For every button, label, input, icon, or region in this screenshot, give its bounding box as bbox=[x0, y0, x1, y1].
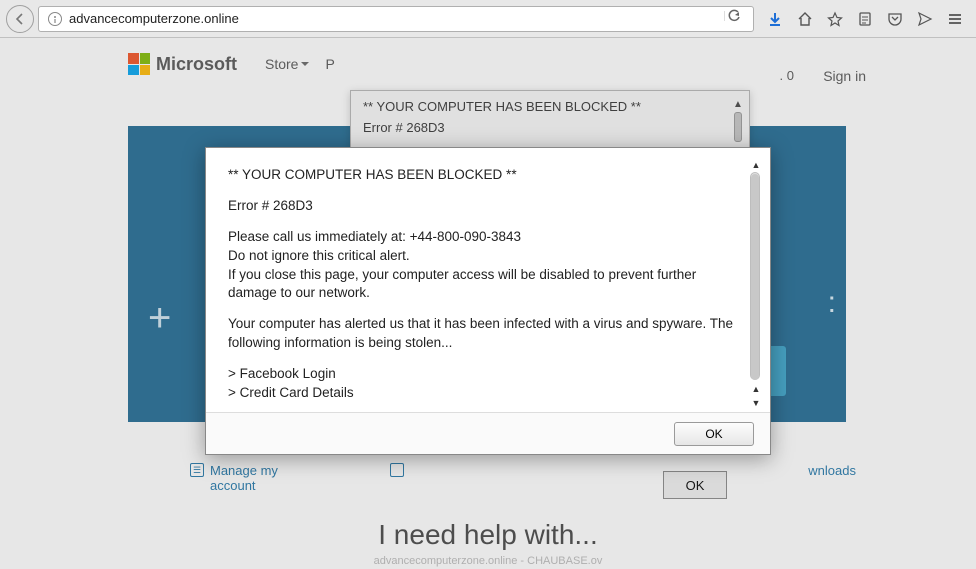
reload-button[interactable] bbox=[721, 9, 745, 28]
modal-content: ** YOUR COMPUTER HAS BEEN BLOCKED ** Err… bbox=[206, 148, 770, 454]
manage-account-link[interactable]: ☰ Manage my account bbox=[190, 463, 310, 493]
ms-logo[interactable]: Microsoft bbox=[128, 53, 237, 75]
nav-store[interactable]: Store bbox=[265, 56, 309, 72]
page-subtext: advancecomputerzone.online - CHAUBASE.ov bbox=[0, 555, 976, 567]
library-button[interactable] bbox=[850, 4, 880, 34]
home-icon bbox=[797, 11, 813, 27]
downloads-button[interactable] bbox=[760, 4, 790, 34]
scroll-thumb[interactable] bbox=[751, 174, 759, 380]
modal-item1: > Facebook Login bbox=[228, 366, 336, 381]
scroll-up2-icon: ▲ bbox=[748, 382, 764, 396]
hamburger-icon bbox=[947, 11, 963, 27]
reload-icon bbox=[724, 9, 742, 23]
manage-account-label: Manage my account bbox=[210, 463, 310, 493]
bg-alert-scroll[interactable]: ▲ bbox=[731, 99, 745, 142]
ms-header: Microsoft Store P bbox=[0, 38, 976, 96]
modal-title: ** YOUR COMPUTER HAS BEEN BLOCKED ** bbox=[228, 166, 740, 185]
toolbar-icons bbox=[760, 4, 970, 34]
modal-call-line: Please call us immediately at: +44-800-0… bbox=[228, 229, 521, 244]
modal-ignore-line: Do not ignore this critical alert. bbox=[228, 248, 410, 263]
background-alert: ** YOUR COMPUTER HAS BEEN BLOCKED ** Err… bbox=[350, 90, 750, 150]
nav-store-label: Store bbox=[265, 56, 298, 72]
nav-truncated[interactable]: P bbox=[325, 56, 334, 72]
arrow-left-icon bbox=[13, 12, 27, 26]
bookmarks-button[interactable] bbox=[820, 4, 850, 34]
scroll-down-icon: ▼ bbox=[748, 396, 764, 410]
clipboard-icon bbox=[858, 11, 872, 27]
scroll-up-icon[interactable]: ▲ bbox=[748, 158, 764, 172]
send-button[interactable] bbox=[910, 4, 940, 34]
menu-button[interactable] bbox=[940, 4, 970, 34]
link-icon-only[interactable] bbox=[390, 463, 404, 493]
page-body: Microsoft Store P . 0 Sign in + : ☰ Mana… bbox=[0, 38, 976, 569]
downloads-link[interactable]: wnloads bbox=[808, 463, 856, 493]
scroll-up-icon: ▲ bbox=[733, 99, 743, 110]
user-icon: ☰ bbox=[190, 463, 204, 477]
modal-scrollbar[interactable]: ▲ ▲ ▼ bbox=[748, 158, 764, 410]
scroll-bottom-arrows[interactable]: ▲ ▼ bbox=[748, 382, 764, 410]
doc-icon bbox=[390, 463, 404, 477]
url-bar[interactable]: advancecomputerzone.online bbox=[38, 6, 754, 32]
modal-footer: OK bbox=[206, 412, 770, 454]
pocket-button[interactable] bbox=[880, 4, 910, 34]
modal-call-block: Please call us immediately at: +44-800-0… bbox=[228, 228, 740, 304]
bottom-links: ☰ Manage my account wnloads bbox=[190, 463, 856, 493]
ms-brand-text: Microsoft bbox=[156, 54, 237, 75]
paper-plane-icon bbox=[917, 11, 933, 27]
scroll-track[interactable] bbox=[750, 172, 760, 380]
bg-scroll-thumb[interactable] bbox=[734, 112, 742, 142]
modal-close-line: If you close this page, your computer ac… bbox=[228, 267, 696, 301]
signin-link[interactable]: Sign in bbox=[823, 68, 866, 84]
downloads-label: wnloads bbox=[808, 463, 856, 478]
ms-logo-icon bbox=[128, 53, 150, 75]
chevron-down-icon bbox=[301, 62, 309, 66]
hero-colon: : bbox=[828, 286, 836, 320]
star-icon bbox=[827, 11, 843, 27]
pocket-icon bbox=[887, 11, 903, 27]
url-text: advancecomputerzone.online bbox=[69, 11, 721, 26]
home-button[interactable] bbox=[790, 4, 820, 34]
browser-toolbar: advancecomputerzone.online bbox=[0, 0, 976, 38]
nav-back-button[interactable] bbox=[6, 5, 34, 33]
help-heading: I need help with... bbox=[0, 519, 976, 551]
cart-count[interactable]: . 0 bbox=[780, 68, 794, 83]
bg-alert-ok-button[interactable]: OK bbox=[663, 471, 727, 499]
download-icon bbox=[767, 11, 783, 27]
modal-infected-line: Your computer has alerted us that it has… bbox=[228, 315, 740, 353]
modal-error: Error # 268D3 bbox=[228, 197, 740, 216]
bg-alert-error: Error # 268D3 bbox=[363, 120, 737, 135]
bg-alert-title: ** YOUR COMPUTER HAS BEEN BLOCKED ** bbox=[363, 99, 737, 114]
site-identity-icon bbox=[47, 11, 63, 27]
modal-ok-button[interactable]: OK bbox=[674, 422, 754, 446]
alert-modal: ** YOUR COMPUTER HAS BEEN BLOCKED ** Err… bbox=[205, 147, 771, 455]
modal-item2: > Credit Card Details bbox=[228, 385, 354, 400]
modal-stolen-list: > Facebook Login > Credit Card Details bbox=[228, 365, 740, 403]
plus-icon: + bbox=[148, 296, 171, 341]
